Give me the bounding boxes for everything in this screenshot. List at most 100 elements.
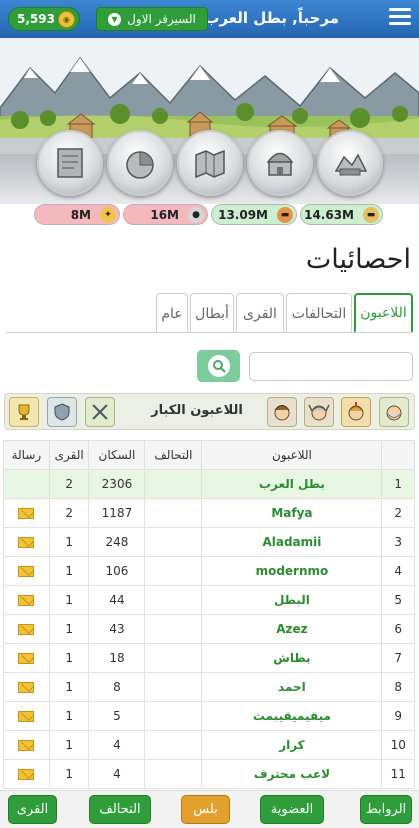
rank-cell: 9 bbox=[381, 701, 415, 731]
tab-players[interactable]: اللاعبون bbox=[354, 293, 413, 333]
mail-icon[interactable] bbox=[18, 740, 35, 751]
building-shortcuts bbox=[0, 130, 419, 200]
player-name-link[interactable]: Aladamii bbox=[201, 527, 383, 557]
player-header[interactable]: اللاعبون bbox=[201, 440, 383, 470]
tribe-teuton-avatar-icon[interactable] bbox=[304, 397, 334, 427]
page-title: احصائيات bbox=[305, 244, 411, 275]
map-button[interactable] bbox=[176, 130, 243, 196]
village-center-button[interactable] bbox=[246, 130, 313, 196]
tab-alliances[interactable]: التحالفات bbox=[286, 293, 352, 333]
plus-button[interactable]: بلس bbox=[181, 795, 230, 824]
player-name-link[interactable]: البطل bbox=[201, 585, 383, 615]
alliance-cell bbox=[144, 701, 203, 731]
tabs-divider bbox=[6, 332, 413, 333]
reports-button[interactable] bbox=[36, 130, 103, 196]
population-cell: 106 bbox=[88, 556, 146, 586]
statistics-button[interactable] bbox=[106, 130, 173, 196]
mail-icon[interactable] bbox=[18, 769, 35, 780]
table-row: 1 بطل العرب 2306 2 bbox=[3, 469, 415, 499]
population-cell: 4 bbox=[88, 730, 146, 760]
player-name-link[interactable]: Mafya bbox=[201, 498, 383, 528]
villages-header[interactable]: القرى bbox=[48, 440, 90, 470]
statistics-tabs: اللاعبون التحالفات القرى أبطال عام bbox=[156, 293, 413, 333]
population-cell: 8 bbox=[88, 672, 146, 702]
menu-icon[interactable] bbox=[389, 8, 411, 28]
rank-cell: 2 bbox=[381, 498, 415, 528]
trophy-icon[interactable] bbox=[9, 397, 39, 427]
table-row: 7 بطاش 18 1 bbox=[3, 643, 415, 673]
tribe-natar-avatar-icon[interactable] bbox=[379, 397, 409, 427]
population-cell: 5 bbox=[88, 701, 146, 731]
population-cell: 18 bbox=[88, 643, 146, 673]
alliance-cell bbox=[144, 643, 203, 673]
players-ranking-table: اللاعبون التحالف السكان القرى رسالة 1 بطل… bbox=[3, 440, 415, 789]
villages-cell: 2 bbox=[48, 498, 90, 528]
rank-cell: 6 bbox=[381, 614, 415, 644]
tab-heroes[interactable]: أبطال bbox=[190, 293, 234, 333]
player-name-link[interactable]: بطاش bbox=[201, 643, 383, 673]
mail-icon[interactable] bbox=[18, 595, 35, 606]
rank-cell: 3 bbox=[381, 527, 415, 557]
villages-cell: 1 bbox=[48, 730, 90, 760]
clay-icon: ▬ bbox=[277, 207, 293, 223]
server-select-button[interactable]: السيرفر الاول ▼ bbox=[96, 7, 208, 31]
villages-cell: 1 bbox=[48, 527, 90, 557]
gold-coin-icon: ◉ bbox=[58, 11, 75, 28]
table-row: 11 لاعب محترف 4 1 bbox=[3, 759, 415, 789]
rank-cell: 7 bbox=[381, 643, 415, 673]
alliance-cell bbox=[144, 730, 203, 760]
mail-icon[interactable] bbox=[18, 566, 35, 577]
mail-icon[interactable] bbox=[18, 653, 35, 664]
table-row: 6 Azez 43 1 bbox=[3, 614, 415, 644]
alliance-button[interactable]: التحالف bbox=[89, 795, 151, 824]
mail-icon[interactable] bbox=[18, 711, 35, 722]
resources-field-button[interactable] bbox=[316, 130, 383, 196]
message-cell bbox=[3, 556, 50, 586]
top-players-title: اللاعبون الكبار bbox=[151, 403, 243, 418]
membership-button[interactable]: العضوية bbox=[260, 795, 324, 824]
tab-villages[interactable]: القرى bbox=[236, 293, 284, 333]
tab-general[interactable]: عام bbox=[156, 293, 188, 333]
search-button[interactable] bbox=[197, 350, 240, 382]
player-name-link[interactable]: احمد bbox=[201, 672, 383, 702]
mail-icon[interactable] bbox=[18, 682, 35, 693]
alliance-cell bbox=[144, 498, 203, 528]
mail-icon[interactable] bbox=[18, 508, 35, 519]
population-cell: 43 bbox=[88, 614, 146, 644]
tribe-roman-avatar-icon[interactable] bbox=[341, 397, 371, 427]
alliance-cell bbox=[144, 469, 203, 499]
player-name-link[interactable]: Azez bbox=[201, 614, 383, 644]
links-button[interactable]: الروابط bbox=[360, 795, 412, 824]
player-name-link[interactable]: modernmo bbox=[201, 556, 383, 586]
tribe-gaul-avatar-icon[interactable] bbox=[267, 397, 297, 427]
search-input[interactable] bbox=[249, 352, 413, 381]
message-cell bbox=[3, 643, 50, 673]
swords-icon[interactable] bbox=[85, 397, 115, 427]
table-body: 1 بطل العرب 2306 2 2 Mafya 1187 2 3 Aladamii 248 1 4… bbox=[3, 469, 415, 789]
alliance-header[interactable]: التحالف bbox=[144, 440, 203, 470]
population-cell: 44 bbox=[88, 585, 146, 615]
mail-icon[interactable] bbox=[18, 624, 35, 635]
population-cell: 1187 bbox=[88, 498, 146, 528]
message-cell bbox=[3, 527, 50, 557]
player-name-link[interactable]: كرار bbox=[201, 730, 383, 760]
villages-cell: 1 bbox=[48, 672, 90, 702]
alliance-cell bbox=[144, 759, 203, 789]
iron-icon: ● bbox=[188, 207, 204, 223]
app-root: مرحباً, بطل العرب السيرفر الاول ▼ 5,593 … bbox=[0, 0, 419, 828]
player-name-link[interactable]: ميقيميقيبمث bbox=[201, 701, 383, 731]
wood-icon: ▬ bbox=[363, 207, 379, 223]
population-header[interactable]: السكان bbox=[88, 440, 146, 470]
player-name-link[interactable]: بطل العرب bbox=[201, 469, 383, 499]
shield-icon[interactable] bbox=[47, 397, 77, 427]
mail-icon[interactable] bbox=[18, 537, 35, 548]
alliance-cell bbox=[144, 672, 203, 702]
top-players-strip: اللاعبون الكبار bbox=[4, 393, 415, 430]
gold-balance[interactable]: 5,593 ◉ bbox=[8, 7, 80, 31]
scroll-icon bbox=[56, 148, 83, 178]
crop-icon: ✦ bbox=[100, 207, 116, 223]
player-name-link[interactable]: لاعب محترف bbox=[201, 759, 383, 789]
villages-button[interactable]: القرى bbox=[8, 795, 57, 824]
alliance-cell bbox=[144, 556, 203, 586]
village-icon bbox=[266, 152, 293, 176]
